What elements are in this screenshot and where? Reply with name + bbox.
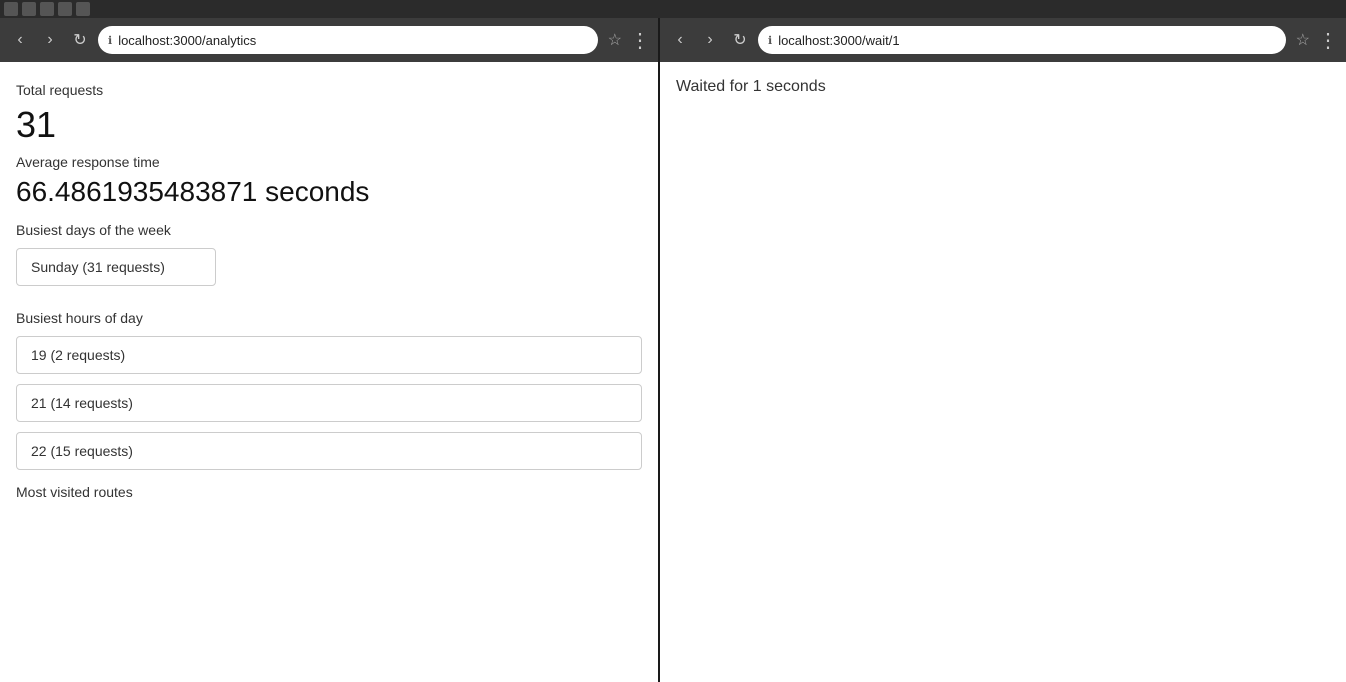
total-requests-label: Total requests bbox=[16, 82, 642, 98]
left-lock-icon: ℹ bbox=[108, 34, 112, 47]
right-reload-button[interactable]: ↻ bbox=[728, 28, 752, 52]
right-url-text: localhost:3000/wait/1 bbox=[778, 33, 1275, 48]
right-bookmark-button[interactable]: ☆ bbox=[1296, 30, 1310, 50]
right-menu-button[interactable]: ⋮ bbox=[1318, 28, 1338, 53]
right-page-content: Waited for 1 seconds bbox=[660, 62, 1346, 682]
left-back-button[interactable]: ‹ bbox=[8, 28, 32, 52]
browsers-container: ‹ › ↻ ℹ localhost:3000/analytics ☆ ⋮ Tot… bbox=[0, 18, 1346, 682]
taskbar-icon-2 bbox=[22, 2, 36, 16]
busiest-hour-item: 19 (2 requests) bbox=[16, 336, 642, 374]
avg-response-value: 66.4861935483871 seconds bbox=[16, 176, 642, 208]
busiest-hour-item: 21 (14 requests) bbox=[16, 384, 642, 422]
wait-message: Waited for 1 seconds bbox=[676, 78, 1330, 96]
left-browser-window: ‹ › ↻ ℹ localhost:3000/analytics ☆ ⋮ Tot… bbox=[0, 18, 660, 682]
left-address-bar[interactable]: ℹ localhost:3000/analytics bbox=[98, 26, 598, 54]
total-requests-value: 31 bbox=[16, 104, 642, 146]
busiest-hour-item: 22 (15 requests) bbox=[16, 432, 642, 470]
busiest-days-title: Busiest days of the week bbox=[16, 222, 642, 238]
left-page-content: Total requests 31 Average response time … bbox=[0, 62, 658, 682]
left-url-text: localhost:3000/analytics bbox=[118, 33, 587, 48]
taskbar-icon-4 bbox=[58, 2, 72, 16]
busiest-day-item: Sunday (31 requests) bbox=[16, 248, 216, 286]
right-forward-button[interactable]: › bbox=[698, 28, 722, 52]
right-address-bar[interactable]: ℹ localhost:3000/wait/1 bbox=[758, 26, 1286, 54]
left-menu-button[interactable]: ⋮ bbox=[630, 28, 650, 53]
left-reload-button[interactable]: ↻ bbox=[68, 28, 92, 52]
right-back-button[interactable]: ‹ bbox=[668, 28, 692, 52]
left-bookmark-button[interactable]: ☆ bbox=[608, 30, 622, 50]
taskbar-icon-1 bbox=[4, 2, 18, 16]
avg-response-label: Average response time bbox=[16, 154, 642, 170]
busiest-days-list: Sunday (31 requests) bbox=[16, 248, 642, 296]
right-browser-toolbar: ‹ › ↻ ℹ localhost:3000/wait/1 ☆ ⋮ bbox=[660, 18, 1346, 62]
most-visited-label: Most visited routes bbox=[16, 484, 642, 500]
taskbar-icon-3 bbox=[40, 2, 54, 16]
left-forward-button[interactable]: › bbox=[38, 28, 62, 52]
busiest-hours-title: Busiest hours of day bbox=[16, 310, 642, 326]
right-browser-window: ‹ › ↻ ℹ localhost:3000/wait/1 ☆ ⋮ Waited… bbox=[660, 18, 1346, 682]
right-lock-icon: ℹ bbox=[768, 34, 772, 47]
left-browser-toolbar: ‹ › ↻ ℹ localhost:3000/analytics ☆ ⋮ bbox=[0, 18, 658, 62]
busiest-hours-list: 19 (2 requests) 21 (14 requests) 22 (15 re… bbox=[16, 336, 642, 470]
taskbar bbox=[0, 0, 1346, 18]
taskbar-icon-5 bbox=[76, 2, 90, 16]
